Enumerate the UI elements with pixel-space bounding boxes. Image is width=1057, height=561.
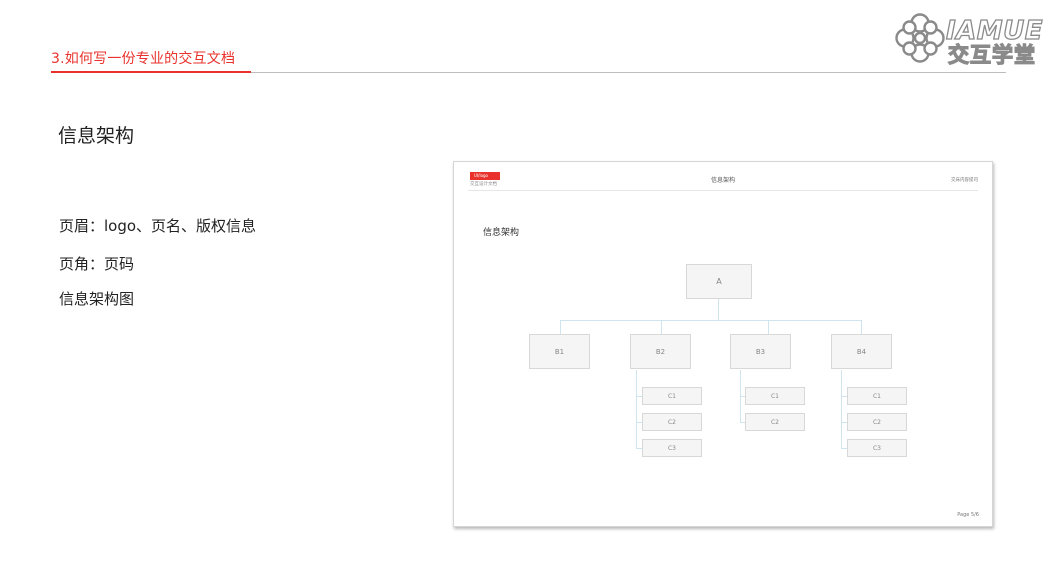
node-b2: B2 xyxy=(630,334,691,369)
brand-name-latin: IAMUE xyxy=(945,16,1044,46)
bullet-footer-info: 页角：页码 xyxy=(59,255,135,273)
node-b3-c1: C1 xyxy=(745,387,805,405)
bullet-diagram-info: 信息架构图 xyxy=(59,290,135,308)
node-b3-c2: C2 xyxy=(745,413,805,431)
node-b4: B4 xyxy=(831,334,892,369)
doc-page-title: 信息架构 xyxy=(710,177,735,184)
title-underline-accent xyxy=(51,71,251,73)
doc-page-number: Page 5/6 xyxy=(957,512,979,518)
flower-logo-icon xyxy=(895,13,945,63)
connector-b4 xyxy=(861,320,862,334)
brand-name-chinese: 交互学堂 xyxy=(947,42,1036,67)
node-b4-c1: C1 xyxy=(847,387,907,405)
doc-copyright: 交床内容提司 xyxy=(951,178,978,183)
node-root: A xyxy=(686,264,752,299)
bullet-header-info: 页眉：logo、页名、版权信息 xyxy=(59,217,257,235)
brand-logo: IAMUE 交互学堂 xyxy=(894,10,1049,68)
title-underline-divider xyxy=(251,72,1006,73)
node-b2-c2: C2 xyxy=(642,413,702,431)
node-b2-c3: C3 xyxy=(642,439,702,457)
node-b4-c2: C2 xyxy=(847,413,907,431)
connector-root-down xyxy=(718,299,719,321)
connector-b2-children xyxy=(636,370,637,448)
doc-heading: 信息架构 xyxy=(483,228,520,238)
connector-b-horizontal xyxy=(560,320,861,321)
node-b3: B3 xyxy=(730,334,791,369)
slide-heading: 信息架构 xyxy=(58,125,135,147)
connector-b1 xyxy=(560,320,561,334)
node-b2-c1: C1 xyxy=(642,387,702,405)
node-b4-c3: C3 xyxy=(847,439,907,457)
connector-b3 xyxy=(768,320,769,334)
node-b1: B1 xyxy=(529,334,590,369)
document-preview: UI/logo 交互设计文档 信息架构 交床内容提司 信息架构 A B1 B2 … xyxy=(453,161,993,527)
connector-b2 xyxy=(661,320,662,334)
connector-b4-children xyxy=(841,370,842,448)
doc-header-rule xyxy=(468,190,978,191)
section-title: 3.如何写一份专业的交互文档 xyxy=(51,51,236,67)
